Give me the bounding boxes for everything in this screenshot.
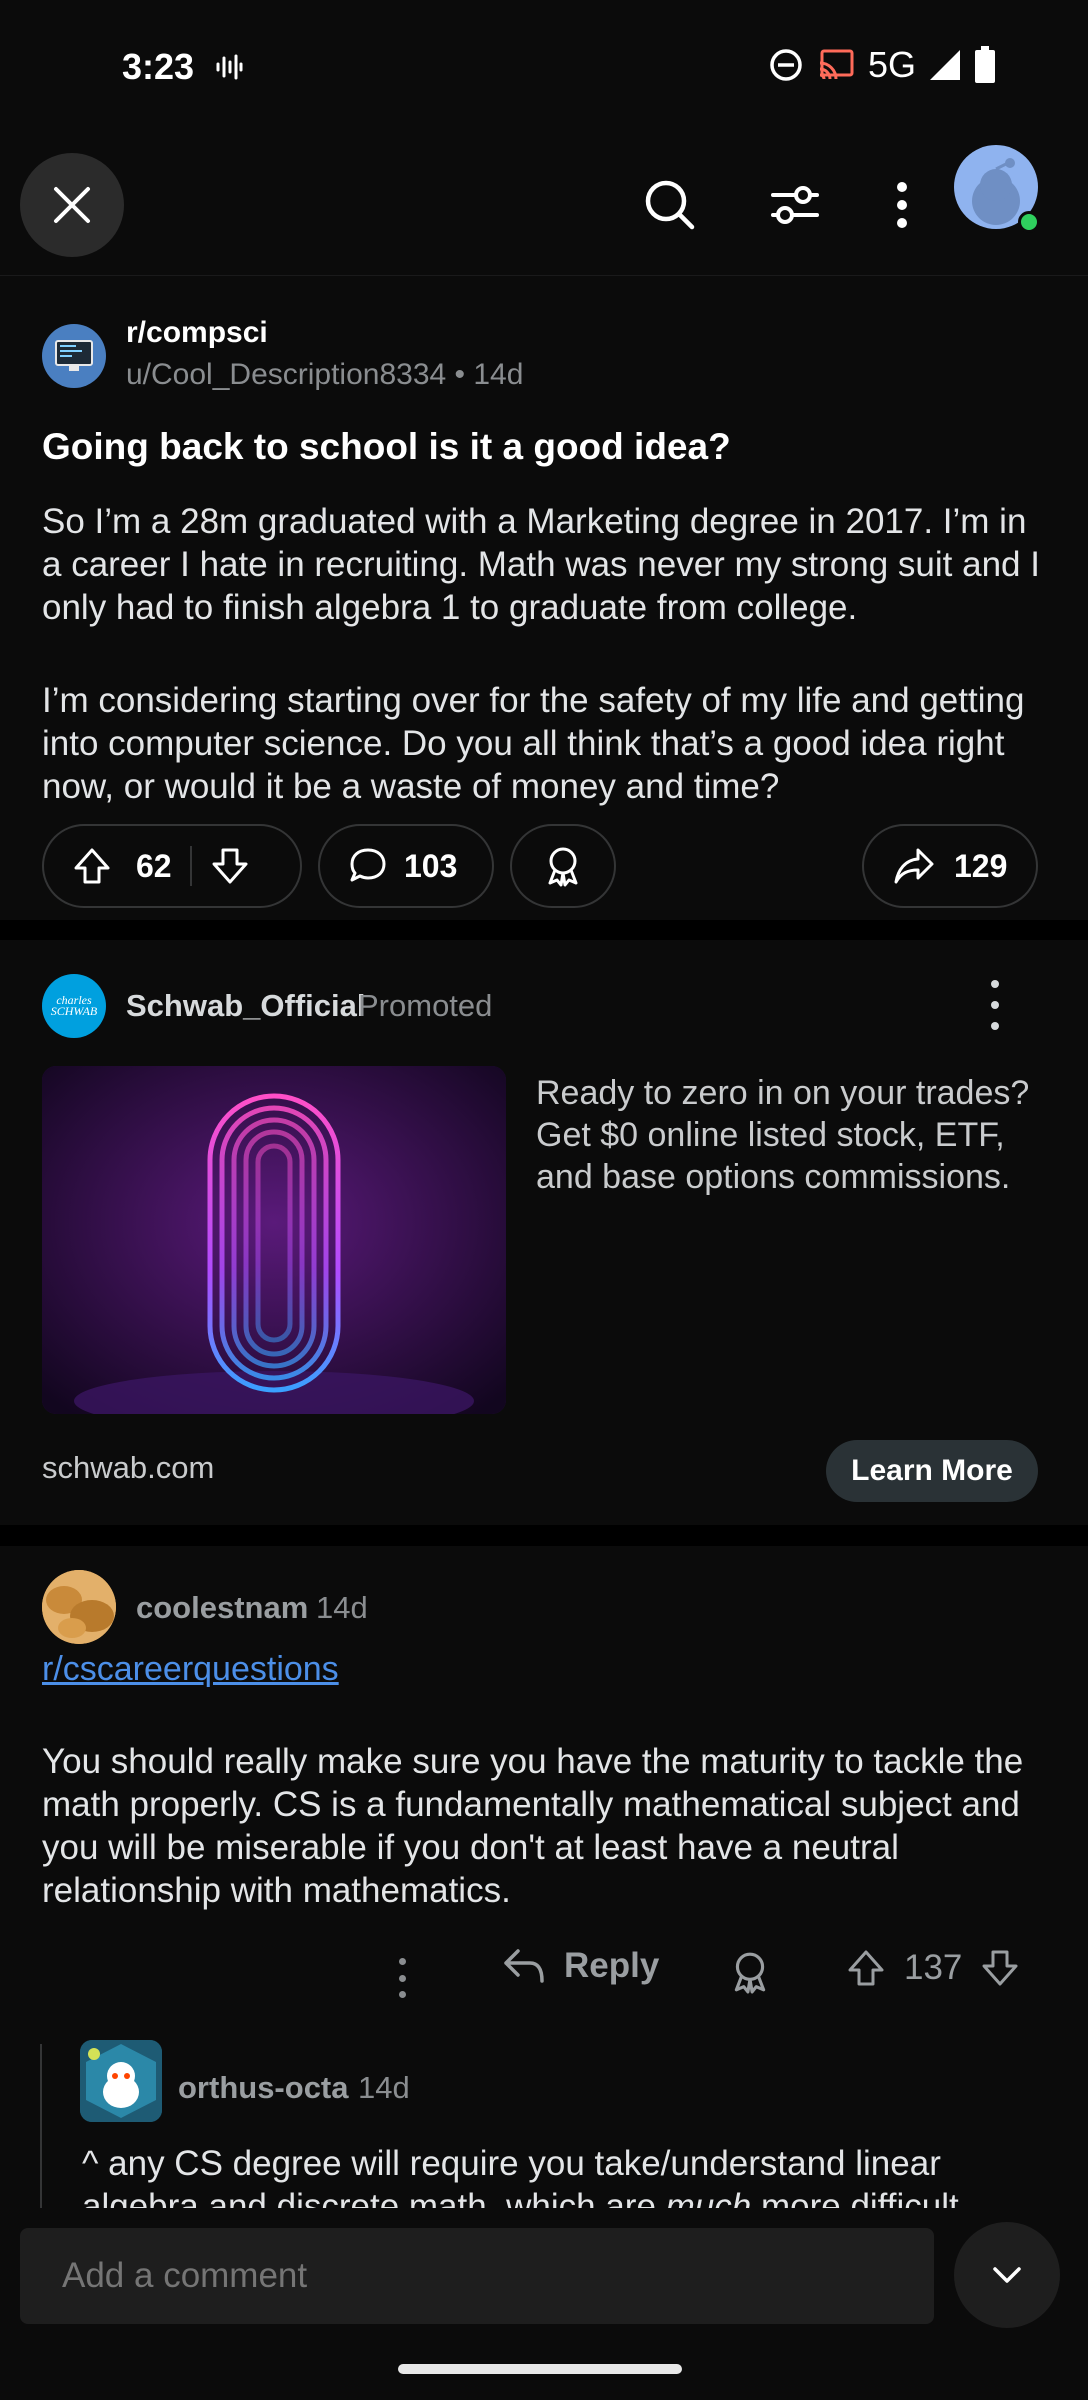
do-not-disturb-icon	[770, 49, 802, 81]
status-indicators: 5G	[768, 44, 996, 86]
advertiser-logo: charles SCHWAB	[42, 974, 106, 1038]
learn-more-button[interactable]: Learn More	[826, 1440, 1038, 1502]
status-bar: 3:23 5G	[0, 0, 1088, 135]
comments-button[interactable]: 103	[318, 824, 494, 908]
reply-author[interactable]: orthus-octa	[178, 2070, 349, 2106]
reply-arrow-icon	[504, 1949, 544, 1983]
commenter-avatar[interactable]	[42, 1570, 116, 1644]
post-title: Going back to school is it a good idea?	[42, 426, 731, 467]
ad-image[interactable]	[42, 1066, 506, 1414]
comment-more-options-button[interactable]	[392, 1958, 412, 1998]
search-button[interactable]	[630, 165, 710, 245]
online-status-dot	[1018, 211, 1040, 233]
share-button[interactable]: 129	[862, 824, 1038, 908]
upvote-icon[interactable]	[846, 1948, 886, 1988]
post: r/compsci u/Cool_Description8334 • 14d G…	[0, 275, 1088, 920]
comment-author[interactable]: coolestnam	[136, 1590, 308, 1626]
share-icon	[894, 848, 934, 884]
post-paragraph: So I’m a 28m graduated with a Marketing …	[42, 502, 1040, 627]
comment-subreddit-link[interactable]: r/cscareerquestions	[42, 1650, 339, 1689]
search-icon	[645, 180, 695, 230]
reply-button[interactable]: Reply	[502, 1946, 659, 1986]
comments-section: coolestnam 14d r/cscareerquestions You s…	[0, 1546, 1088, 2234]
bottom-comment-bar	[0, 2208, 1088, 2400]
cast-icon	[819, 49, 854, 80]
comment-count: 103	[404, 847, 458, 884]
snoo-avatar-icon	[80, 2040, 162, 2122]
top-app-bar	[0, 135, 1088, 275]
close-button[interactable]	[20, 153, 124, 257]
comment-action-bar: Reply 137	[0, 1942, 1088, 2022]
subreddit-name[interactable]: r/compsci	[126, 316, 268, 350]
post-paragraph: I’m considering starting over for the sa…	[42, 681, 1025, 806]
close-icon	[54, 187, 90, 223]
comment-vote-count: 137	[904, 1948, 963, 1987]
neon-zero-image	[42, 1066, 506, 1414]
post-vote-count: 62	[136, 847, 172, 884]
more-options-button[interactable]	[862, 165, 942, 245]
award-icon	[548, 847, 578, 887]
advertiser-name[interactable]: Schwab_Official	[126, 988, 365, 1024]
post-vote-bar: 62	[42, 824, 302, 908]
comment-time: 14d	[316, 1590, 368, 1625]
battery-icon	[975, 46, 995, 83]
add-comment-input[interactable]	[20, 2228, 934, 2324]
thread-line[interactable]	[40, 2044, 42, 2234]
more-vertical-icon	[897, 182, 907, 228]
comment-bubble-icon	[350, 848, 386, 882]
comment-award-button[interactable]	[728, 1950, 772, 1999]
comment-body: You should really make sure you have the…	[42, 1742, 1024, 1910]
monitor-icon	[55, 340, 93, 371]
ad-domain[interactable]: schwab.com	[42, 1450, 214, 1486]
sliders-icon	[771, 186, 819, 224]
ad-copy: Ready to zero in on your trades? Get $0 …	[536, 1074, 1030, 1196]
post-body: So I’m a 28m graduated with a Marketing …	[42, 500, 1052, 858]
signal-icon	[930, 50, 960, 80]
voice-activity-icon	[216, 54, 243, 80]
downvote-icon[interactable]	[980, 1948, 1020, 1988]
promoted-label: Promoted	[358, 988, 493, 1023]
reply-label: Reply	[564, 1946, 660, 1985]
upvote-icon[interactable]	[72, 846, 112, 886]
share-count: 129	[954, 847, 1008, 884]
ad-more-options-button[interactable]	[980, 980, 1010, 1030]
home-indicator[interactable]	[398, 2364, 682, 2374]
status-time: 3:23	[122, 46, 195, 87]
downvote-icon[interactable]	[210, 846, 250, 886]
filter-button[interactable]	[755, 165, 835, 245]
comment-vote-bar: 137	[846, 1948, 1020, 1988]
vote-divider	[189, 846, 192, 886]
reply-author-avatar[interactable]	[80, 2040, 162, 2122]
subreddit-icon[interactable]	[42, 324, 106, 388]
promoted-ad[interactable]: charles SCHWAB Schwab_Official Promoted …	[0, 940, 1088, 1525]
award-icon	[734, 1952, 766, 1994]
bread-avatar-icon	[42, 1570, 116, 1644]
network-label: 5G	[867, 44, 916, 85]
chevron-down-icon	[993, 2267, 1021, 2283]
collapse-comments-button[interactable]	[954, 2222, 1060, 2328]
post-author-meta[interactable]: u/Cool_Description8334 • 14d	[126, 358, 523, 392]
reply-time: 14d	[358, 2070, 410, 2105]
award-button[interactable]	[510, 824, 616, 908]
